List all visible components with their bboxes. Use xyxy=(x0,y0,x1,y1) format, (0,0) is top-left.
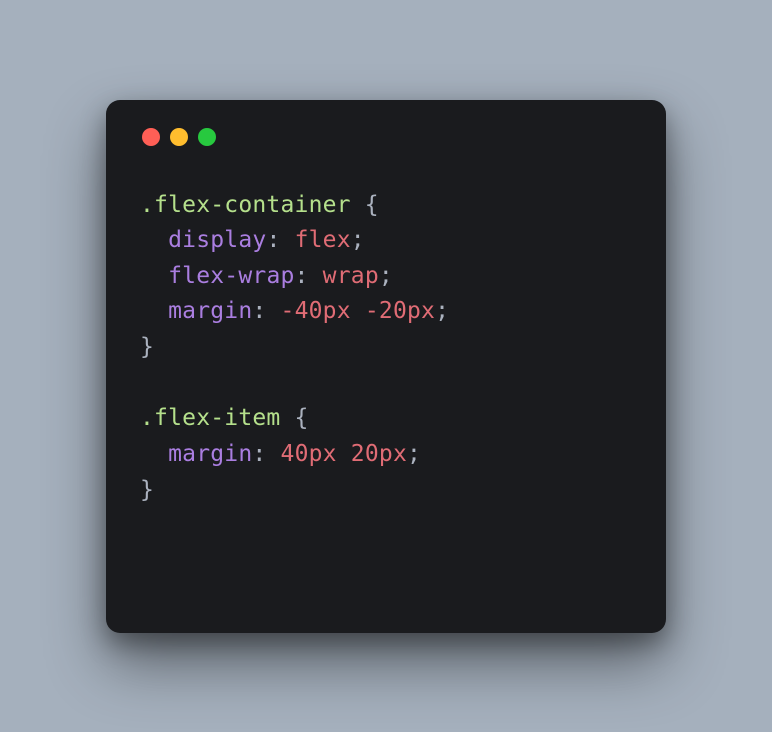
css-value: flex xyxy=(295,227,351,253)
css-value: 20px xyxy=(351,441,407,467)
css-value: -20px xyxy=(365,298,435,324)
code-window: .flex-container { display: flex; flex-wr… xyxy=(106,100,666,633)
brace-close: } xyxy=(140,477,154,503)
css-property: margin xyxy=(168,441,252,467)
close-icon[interactable] xyxy=(142,128,160,146)
code-snippet: .flex-container { display: flex; flex-wr… xyxy=(140,188,632,509)
css-value: wrap xyxy=(323,263,379,289)
minimize-icon[interactable] xyxy=(170,128,188,146)
traffic-lights xyxy=(142,128,632,146)
brace-open: { xyxy=(295,405,309,431)
css-property: flex-wrap xyxy=(168,263,294,289)
brace-open: { xyxy=(365,192,379,218)
css-property: margin xyxy=(168,298,252,324)
brace-close: } xyxy=(140,334,154,360)
maximize-icon[interactable] xyxy=(198,128,216,146)
css-value: 40px xyxy=(281,441,337,467)
css-value: -40px xyxy=(281,298,351,324)
css-property: display xyxy=(168,227,266,253)
css-selector: .flex-container xyxy=(140,192,351,218)
css-selector: .flex-item xyxy=(140,405,280,431)
